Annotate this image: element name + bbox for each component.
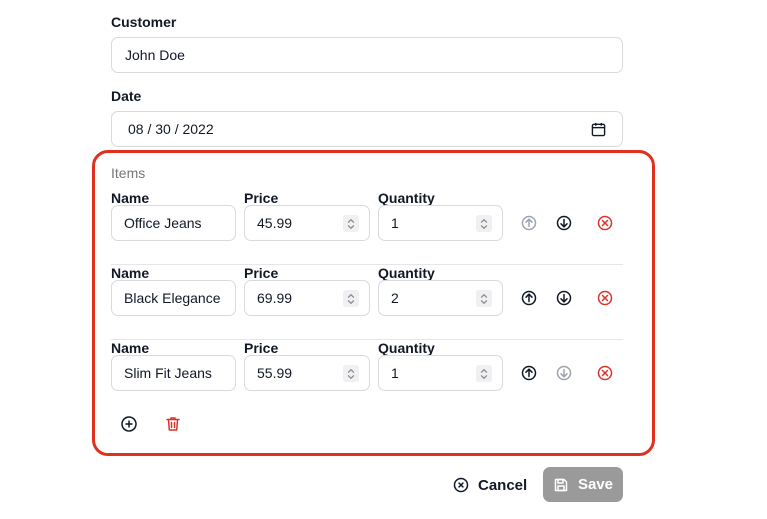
remove-item-button[interactable]	[596, 364, 614, 382]
move-down-button[interactable]	[555, 214, 573, 232]
item-row: Name Price Quantity Office Jeans 45.99 1	[111, 190, 623, 265]
item-price-input[interactable]: 55.99	[244, 355, 370, 391]
item-name-value: Office Jeans	[124, 215, 202, 231]
arrow-down-circle-icon	[555, 364, 573, 382]
customer-label: Customer	[111, 14, 177, 30]
move-up-button[interactable]	[520, 214, 538, 232]
price-spinner-icon[interactable]	[343, 290, 359, 307]
item-price-label: Price	[244, 190, 279, 206]
item-quantity-label: Quantity	[378, 190, 435, 206]
move-down-button[interactable]	[555, 289, 573, 307]
item-quantity-value: 1	[391, 215, 399, 231]
item-quantity-input[interactable]: 1	[378, 205, 503, 241]
item-name-value: Slim Fit Jeans	[124, 365, 212, 381]
item-price-label: Price	[244, 340, 279, 356]
calendar-icon[interactable]	[591, 122, 606, 137]
x-circle-icon	[596, 289, 614, 307]
date-label: Date	[111, 88, 142, 104]
move-up-button[interactable]	[520, 289, 538, 307]
customer-input[interactable]: John Doe	[111, 37, 623, 73]
cancel-x-circle-icon	[453, 477, 469, 493]
move-down-button[interactable]	[555, 364, 573, 382]
arrow-up-circle-icon	[520, 364, 538, 382]
arrow-up-circle-icon	[520, 214, 538, 232]
arrow-down-circle-icon	[555, 289, 573, 307]
date-value: 08 / 30 / 2022	[128, 121, 214, 137]
remove-item-button[interactable]	[596, 214, 614, 232]
clear-items-button[interactable]	[164, 415, 182, 433]
item-price-input[interactable]: 69.99	[244, 280, 370, 316]
item-price-value: 45.99	[257, 215, 293, 231]
item-quantity-label: Quantity	[378, 265, 435, 281]
item-quantity-value: 1	[391, 365, 399, 381]
item-name-label: Name	[111, 340, 150, 356]
item-name-input[interactable]: Slim Fit Jeans	[111, 355, 236, 391]
item-quantity-label: Quantity	[378, 340, 435, 356]
item-name-input[interactable]: Office Jeans	[111, 205, 236, 241]
arrow-down-circle-icon	[555, 214, 573, 232]
save-label: Save	[577, 476, 614, 493]
add-item-button[interactable]	[120, 415, 138, 433]
x-circle-icon	[596, 214, 614, 232]
arrow-up-circle-icon	[520, 289, 538, 307]
item-price-label: Price	[244, 265, 279, 281]
item-name-input[interactable]: Black Elegance	[111, 280, 236, 316]
quantity-spinner-icon[interactable]	[476, 215, 492, 232]
item-name-label: Name	[111, 190, 150, 206]
customer-value: John Doe	[125, 47, 185, 63]
price-spinner-icon[interactable]	[343, 365, 359, 382]
quantity-spinner-icon[interactable]	[476, 290, 492, 307]
item-quantity-input[interactable]: 1	[378, 355, 503, 391]
items-legend: Items	[111, 165, 146, 181]
cancel-label: Cancel	[478, 476, 528, 494]
item-price-value: 55.99	[257, 365, 293, 381]
item-row: Name Price Quantity Slim Fit Jeans 55.99 1	[111, 340, 623, 415]
date-input[interactable]: 08 / 30 / 2022	[111, 111, 623, 147]
item-name-value: Black Elegance	[124, 290, 221, 306]
save-disk-icon	[554, 478, 568, 491]
x-circle-icon	[596, 364, 614, 382]
item-name-label: Name	[111, 265, 150, 281]
trash-icon	[166, 417, 180, 431]
plus-circle-icon	[121, 416, 137, 432]
move-up-button[interactable]	[520, 364, 538, 382]
cancel-button[interactable]: Cancel	[453, 474, 527, 496]
save-button[interactable]: Save	[543, 467, 623, 502]
quantity-spinner-icon[interactable]	[476, 365, 492, 382]
remove-item-button[interactable]	[596, 289, 614, 307]
item-price-value: 69.99	[257, 290, 293, 306]
item-quantity-input[interactable]: 2	[378, 280, 503, 316]
item-quantity-value: 2	[391, 290, 399, 306]
price-spinner-icon[interactable]	[343, 215, 359, 232]
item-price-input[interactable]: 45.99	[244, 205, 370, 241]
item-row: Name Price Quantity Black Elegance 69.99 2	[111, 265, 623, 340]
